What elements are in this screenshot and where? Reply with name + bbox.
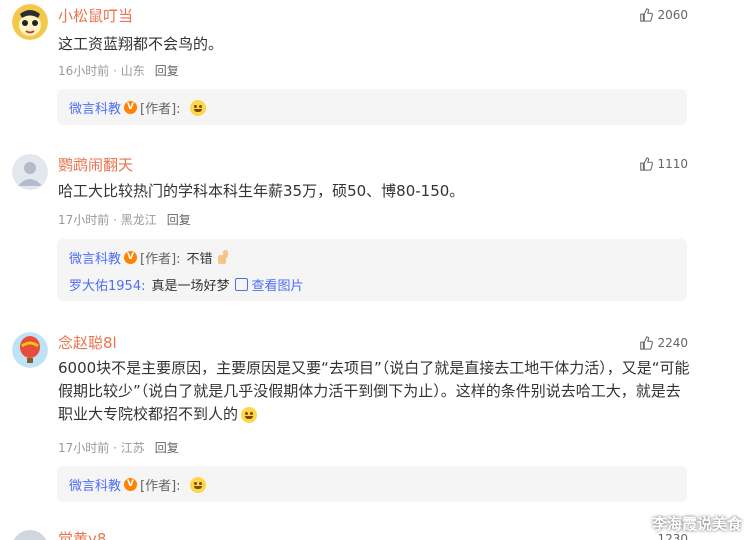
username[interactable]: 觉黄y8 xyxy=(58,528,106,540)
avatar[interactable] xyxy=(12,154,48,190)
reply-text: 不错 xyxy=(186,252,213,267)
reply-author[interactable]: 微言科教 xyxy=(69,98,121,117)
like-count: 2240 xyxy=(657,336,688,350)
like-button[interactable]: 2060 xyxy=(639,8,688,22)
author-reply: 微言科教 V [作者]: xyxy=(69,98,206,117)
reply-button[interactable]: 回复 xyxy=(167,213,191,227)
sub-reply-text: 真是一场好梦 xyxy=(151,279,230,294)
like-button[interactable]: 2240 xyxy=(639,336,688,350)
view-image-label: 查看图片 xyxy=(251,279,304,294)
comment-item-4-partial: 觉黄y8 1230 xyxy=(0,526,750,540)
reply-box: 微言科教 V [作者]: xyxy=(57,466,687,502)
comment-time-location: 17小时前 · 江苏 xyxy=(58,441,145,455)
view-image-link[interactable]: 查看图片 xyxy=(235,275,304,294)
like-button[interactable]: 1110 xyxy=(639,157,688,171)
author-tag: [作者]: xyxy=(140,479,181,494)
thumbs-up-emoji-icon xyxy=(215,249,231,266)
comment-text: 6000块不是主要原因，主要原因是又要“去项目”（说白了就是直接去工地干体力活）… xyxy=(58,357,694,426)
comment-text-body: 6000块不是主要原因，主要原因是又要“去项目”（说白了就是直接去工地干体力活）… xyxy=(58,359,690,423)
verified-badge-icon: V xyxy=(124,101,138,114)
reply-box: 微言科教 V [作者]: xyxy=(57,89,687,125)
comment-text: 这工资蓝翔都不会鸟的。 xyxy=(58,35,224,53)
username[interactable]: 鹦鹉闹翻天 xyxy=(58,154,133,175)
laughing-emoji-icon xyxy=(189,99,206,116)
sub-reply-author[interactable]: 罗大佑1954: xyxy=(69,275,145,294)
verified-badge-icon: V xyxy=(124,478,138,491)
watermark: 李海霞说美食 xyxy=(651,515,742,533)
thumbs-up-icon xyxy=(640,157,654,171)
comment-time-location: 16小时前 · 山东 xyxy=(58,64,145,78)
laughing-emoji-icon xyxy=(189,476,206,493)
avatar[interactable] xyxy=(12,332,48,368)
verified-badge-icon: V xyxy=(124,251,138,264)
thumbs-up-icon xyxy=(640,8,654,22)
avatar[interactable] xyxy=(12,4,48,40)
comment-text: 哈工大比较热门的学科本科生年薪35万，硕50、博80-150。 xyxy=(58,182,465,200)
author-reply: 微言科教 V [作者]: 不错 xyxy=(69,248,231,267)
reply-author[interactable]: 微言科教 xyxy=(69,475,121,494)
username[interactable]: 念赵聪8l xyxy=(58,332,117,353)
comment-meta: 17小时前 · 黑龙江 回复 xyxy=(58,211,191,228)
sub-reply: 罗大佑1954: 真是一场好梦 查看图片 xyxy=(69,275,304,294)
like-count: 1110 xyxy=(657,157,688,171)
author-tag: [作者]: xyxy=(140,252,181,267)
author-reply: 微言科教 V [作者]: xyxy=(69,475,206,494)
reply-author[interactable]: 微言科教 xyxy=(69,248,121,267)
avatar[interactable] xyxy=(12,530,48,540)
like-count: 2060 xyxy=(657,8,688,22)
comment-meta: 16小时前 · 山东 回复 xyxy=(58,62,179,79)
laughing-emoji-icon xyxy=(241,406,258,423)
reply-box: 微言科教 V [作者]: 不错 罗大佑1954: 真是一场好梦 查看图片 xyxy=(57,239,687,301)
username[interactable]: 小松鼠叮当 xyxy=(58,5,133,26)
reply-button[interactable]: 回复 xyxy=(155,64,179,78)
reply-button[interactable]: 回复 xyxy=(155,441,179,455)
comment-time-location: 17小时前 · 黑龙江 xyxy=(58,213,157,227)
image-icon xyxy=(235,278,249,291)
author-tag: [作者]: xyxy=(140,102,181,117)
thumbs-up-icon xyxy=(640,336,654,350)
comment-meta: 17小时前 · 江苏 回复 xyxy=(58,439,179,456)
